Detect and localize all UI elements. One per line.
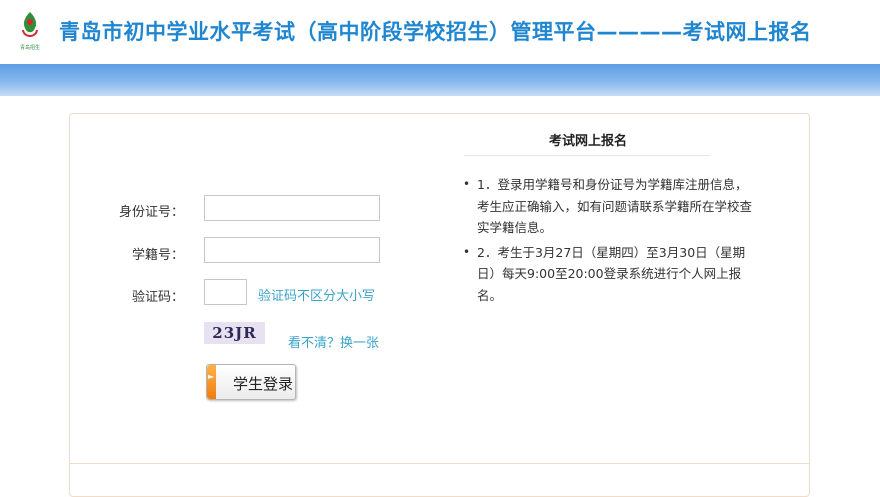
page-title: 青岛市初中学业水平考试（高中阶段学校招生）管理平台————考试网上报名 [59,20,812,44]
logo-text: 青岛招生 [20,44,40,51]
bullet-icon: • [463,177,471,191]
login-panel: 身份证号： 学籍号： 验证码： 验证码不区分大小写 23JR 看不清？换一张 ►… [69,113,810,497]
captcha-hint: 验证码不区分大小写 [258,289,376,304]
arrow-right-icon: ► [208,372,215,381]
header: 青岛招生 青岛市初中学业水平考试（高中阶段学校招生）管理平台————考试网上报名 [0,0,880,64]
notice-item: • 1．登录用学籍号和身份证号为学籍库注册信息，考生应正确输入，如有问题请联系学籍… [463,174,753,239]
student-number-input[interactable] [204,237,380,263]
login-button-label: 学生登录 [233,375,294,393]
captcha-label: 验证码： [131,290,184,305]
logo-icon: 青岛招生 [20,12,40,51]
notice-item: • 2．考生于3月27日（星期四）至3月30日（星期日）每天9:00至20:00登… [463,242,753,307]
notice-title: 考试网上报名 [549,134,628,149]
id-number-input[interactable] [204,195,380,221]
student-number-label: 学籍号： [131,248,184,263]
captcha-input[interactable] [204,279,247,305]
header-band [0,64,880,96]
captcha-image[interactable]: 23JR [204,322,265,344]
notice-list: • 1．登录用学籍号和身份证号为学籍库注册信息，考生应正确输入，如有问题请联系学籍… [463,174,753,309]
bullet-icon: • [463,244,471,259]
student-login-button[interactable]: ► 学生登录 [206,364,296,400]
captcha-refresh-link[interactable]: 看不清？换一张 [288,332,379,351]
notice-divider [464,155,710,156]
id-number-label: 身份证号： [118,205,184,220]
panel-divider [70,463,809,464]
button-accent-strip [207,365,216,399]
